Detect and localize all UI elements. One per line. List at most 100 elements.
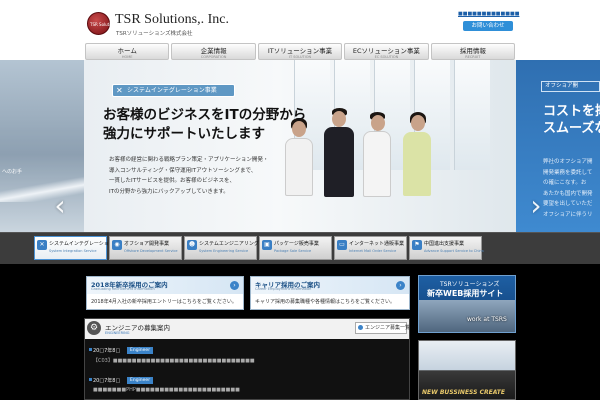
post-date: 20□7年8□: [93, 348, 121, 354]
nav-sub: EC SOLUTION: [374, 55, 399, 59]
next-slide-text-line: 要望を出していただ: [543, 201, 593, 207]
next-slide-text-line: の確にこなす。お: [543, 180, 587, 186]
service-tab-china-support[interactable]: ⚑ 中国進出支援事業 Advance Support Service to Chin…: [409, 236, 484, 260]
header-link[interactable]: ■■■■■■■■■■■■■: [458, 11, 519, 17]
nav-sub: CORPORATION: [200, 55, 227, 59]
next-slide-text-line: 弊社のオフショア開: [543, 159, 593, 165]
hero-slider: へのお手 オフショア開 コストを抑スムーズな: [0, 60, 600, 232]
site-header: TSR Solutions TSR Solutions,. Inc. TSRソリ…: [0, 0, 600, 42]
service-tab-system-engineering[interactable]: ☻ システムエンジニアリング事業 System Engineering Servic…: [184, 236, 269, 260]
recruit-card-desc: 2018年4月入社の新卒採用エントリーはこちらをご覧ください。: [91, 299, 237, 305]
nav-ec-solution[interactable]: ECソリューション事業 EC SOLUTION: [344, 43, 429, 60]
recruit-card-sub: Graduating Recruitment Information: [91, 287, 155, 291]
nav-it-solution[interactable]: ITソリューション事業 IT SOLUTION: [257, 43, 343, 60]
globe-icon: ◉: [112, 240, 122, 250]
slide-body-line: 一貫したITサービスを提供。お客様のビジネスを、: [109, 178, 235, 184]
person-body: [324, 127, 354, 197]
service-tab-label: インターネット通販事業: [349, 241, 405, 247]
recruit-card-sub: Career Employment Information: [255, 287, 312, 291]
post-date: 20□7年8□: [93, 378, 121, 384]
nav-home[interactable]: ホーム HOME: [85, 43, 170, 60]
next-slide-headline: コストを抑スムーズな: [543, 103, 600, 137]
flag-icon: ⚑: [412, 240, 422, 250]
engineer-list-button-label: エンジニア募集一覧: [365, 325, 411, 331]
contact-button[interactable]: お問い合わせ: [463, 21, 513, 31]
nav-label: ITソリューション事業: [267, 47, 333, 55]
gear-icon: ⚙: [87, 321, 101, 335]
service-tab-label: パッケージ販売事業: [274, 241, 319, 247]
post-title: ■■■■■■■PHP■■■■■■■■■■■■■■■■■■■■■■: [93, 387, 240, 393]
nav-sub: IT SOLUTION: [288, 55, 312, 59]
recruit-card-desc: キャリア採用の募集職種や各種情報はこちらをご覧ください。: [255, 299, 396, 305]
company-name-kana: TSRソリューションズ株式会社: [116, 31, 193, 37]
next-slide-headline-line: コストを抑: [543, 104, 600, 119]
next-slide-text-line: オフショアに伴うリ: [543, 211, 593, 218]
office-window: [454, 60, 490, 170]
next-slide-text: 弊社のオフショア開 開発業務を委託して の確にこなす。お あたかも国内で開発 要…: [543, 157, 593, 220]
service-tab-offshore[interactable]: ◉ オフショア開発事業 Offshore Development Service: [109, 236, 182, 260]
company-logo-icon[interactable]: TSR Solutions: [87, 12, 117, 35]
engineer-list-button[interactable]: エンジニア募集一覧: [355, 322, 411, 334]
graduate-web-recruit-banner[interactable]: TSRソリューションズ 新卒WEB採用サイト work at TSRS: [418, 275, 516, 333]
prev-slide-image: [0, 174, 84, 202]
post-tag: Engineer: [127, 377, 154, 384]
bullet-icon: [358, 325, 363, 330]
nav-recruit[interactable]: 採用情報 RECRUIT: [430, 43, 516, 60]
service-tab-sub: Offshore Development Service: [124, 249, 178, 253]
slide-body: お客様の経営に関わる戦略プラン策定・アプリケーション開発・ 導入コンサルティング…: [109, 155, 268, 197]
service-tab-package[interactable]: ▣ パッケージ販売事業 Package Sale Service: [259, 236, 332, 260]
arrow-right-icon: ›: [396, 281, 405, 290]
person-head: [332, 111, 346, 127]
slide-badge: ✕ システムインテグレーション事業: [112, 84, 235, 97]
main-nav: ホーム HOME 企業情報 CORPORATION ITソリューション事業 IT SO…: [85, 43, 516, 60]
nav-label: ECソリューション事業: [352, 47, 420, 55]
engineer-panel-header: ⚙ エンジニアの募集案内 ENGINEERING エンジニア募集一覧: [85, 319, 411, 339]
post-tag: Engineer: [127, 347, 154, 354]
monitor-icon: ▭: [337, 240, 347, 250]
next-slide-text-line: 開発業務を委託して: [543, 169, 593, 176]
banner-caption: work at TSRS: [467, 316, 507, 323]
person-head: [411, 115, 425, 131]
nav-corporation[interactable]: 企業情報 CORPORATION: [171, 43, 256, 60]
career-recruit-card[interactable]: キャリア採用のご案内 Career Employment Information…: [250, 276, 410, 310]
prev-slide-caption: へのお手: [2, 169, 23, 175]
engineer-panel-sub: ENGINEERING: [105, 331, 130, 335]
service-tab-label: オフショア開発事業: [124, 241, 170, 247]
next-slide-text-line: あたかも国内で開発: [543, 190, 593, 197]
engineer-post[interactable]: 20□7年8□ Engineer ■■■■■■■PHP■■■■■■■■■■■■■…: [89, 377, 405, 397]
banner-caption: NEW BUSSINESS CREATE: [422, 389, 505, 396]
service-tab-sub: System Engineering Service: [199, 249, 249, 253]
people-icon: ☻: [187, 240, 197, 250]
person-body: [285, 138, 313, 196]
service-tabs: ✕ システムインテグレーション事業 System Integration Servi…: [0, 232, 600, 264]
next-slide-headline-line: スムーズな: [543, 121, 600, 136]
prev-slide-preview[interactable]: へのお手: [0, 60, 84, 232]
chevron-left-icon[interactable]: ‹: [52, 188, 68, 224]
person-body: [403, 132, 431, 196]
bullet-icon: [89, 378, 92, 381]
engineer-recruitment-panel: ⚙ エンジニアの募集案内 ENGINEERING エンジニア募集一覧 20□7年…: [84, 318, 410, 400]
logo-mark-text: TSR Solutions: [90, 22, 118, 27]
chevron-right-icon[interactable]: ›: [528, 188, 544, 224]
slide-body-line: 導入コンサルティング・保守運用ITアウトソーシングまで、: [109, 167, 257, 174]
post-title: 【C03】■■■■■■■■■■■■■■■■■■■■■■■■■■■■■■: [93, 358, 255, 364]
service-tab-sub: Advance Support Service to China: [424, 249, 484, 253]
service-tab-sub: System Integration Service: [49, 249, 97, 253]
service-tab-internet-mail-order[interactable]: ▭ インターネット通販事業 Internet Mail Order Service: [334, 236, 407, 260]
new-business-banner[interactable]: NEW BUSSINESS CREATE: [418, 340, 516, 400]
engineer-post[interactable]: 20□7年8□ Engineer 【C03】■■■■■■■■■■■■■■■■■■…: [89, 347, 405, 367]
company-name[interactable]: TSR Solutions,. Inc.: [115, 12, 229, 28]
nav-label: 採用情報: [459, 47, 486, 55]
slide-headline-line: 強力にサポートいたします: [103, 126, 265, 142]
nav-label: ホーム: [117, 47, 137, 55]
slide-body-line: お客様の経営に関わる戦略プラン策定・アプリケーション開発・: [109, 157, 269, 163]
banner-title: 新卒WEB採用サイト: [427, 289, 504, 298]
person-body: [363, 131, 391, 197]
banner-top-text: TSRソリューションズ: [440, 281, 500, 288]
slide-badge-label: システムインテグレーション事業: [127, 87, 217, 94]
person-head: [371, 115, 385, 131]
graduate-recruit-card[interactable]: 2018年新卒採用のご案内 Graduating Recruitment Inf…: [86, 276, 244, 310]
wrench-icon: ✕: [116, 86, 123, 95]
service-tab-system-integration[interactable]: ✕ システムインテグレーション事業 System Integration Servi…: [34, 236, 124, 260]
slide-body-line: ITの分野から強力にバックアップしていきます。: [109, 188, 229, 195]
